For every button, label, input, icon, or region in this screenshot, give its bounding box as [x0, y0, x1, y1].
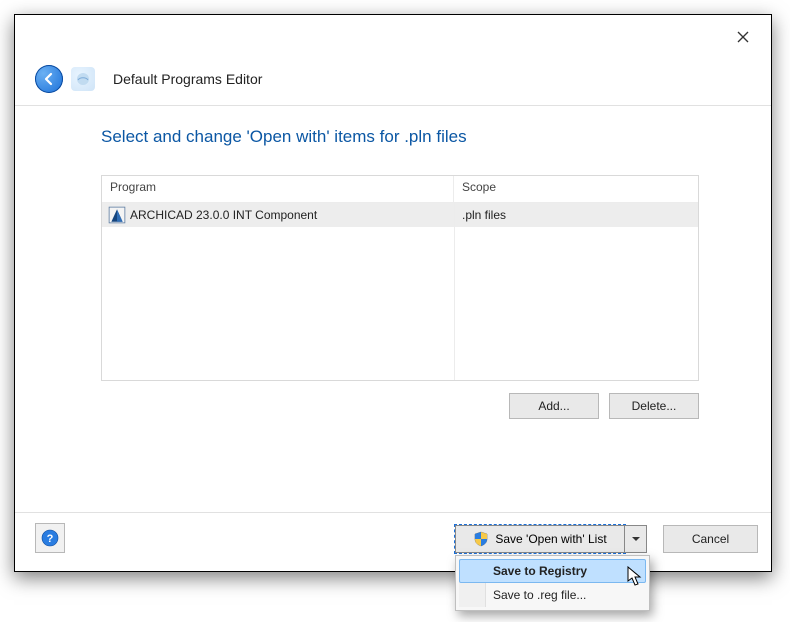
save-split-button[interactable]: Save 'Open with' List: [455, 525, 647, 553]
divider: [15, 512, 771, 513]
row-program: ARCHICAD 23.0.0 INT Component: [130, 208, 454, 222]
save-split-main[interactable]: Save 'Open with' List: [455, 525, 625, 553]
cancel-button[interactable]: Cancel: [663, 525, 758, 553]
svg-text:?: ?: [47, 533, 54, 545]
help-button[interactable]: ?: [35, 523, 65, 553]
add-button[interactable]: Add...: [509, 393, 599, 419]
list-header: Program Scope: [102, 176, 698, 203]
close-icon: [737, 31, 749, 43]
menu-item-save-reg-file[interactable]: Save to .reg file...: [459, 583, 646, 607]
header-bar: Default Programs Editor: [35, 63, 262, 95]
app-title: Default Programs Editor: [113, 71, 262, 87]
menu-item-save-registry[interactable]: Save to Registry: [459, 559, 646, 583]
chevron-down-icon: [631, 534, 641, 544]
app-icon: [71, 67, 95, 91]
save-split-dropdown[interactable]: [625, 525, 647, 553]
table-row[interactable]: ARCHICAD 23.0.0 INT Component .pln files: [102, 203, 698, 227]
row-scope: .pln files: [454, 208, 698, 222]
close-button[interactable]: [727, 25, 759, 49]
page-heading: Select and change 'Open with' items for …: [101, 127, 467, 147]
column-separator: [454, 202, 455, 380]
save-split-label: Save 'Open with' List: [495, 532, 606, 546]
save-dropdown-menu: Save to Registry Save to .reg file...: [455, 555, 650, 611]
help-icon: ?: [41, 529, 59, 547]
divider: [15, 105, 771, 106]
uac-shield-icon: [473, 531, 489, 547]
program-list: Program Scope ARCHICAD 23.0.0 INT Compon…: [101, 175, 699, 381]
archicad-icon: [108, 206, 126, 224]
delete-button[interactable]: Delete...: [609, 393, 699, 419]
column-header-scope[interactable]: Scope: [454, 176, 698, 202]
dialog-window: Default Programs Editor Select and chang…: [14, 14, 772, 572]
column-header-program[interactable]: Program: [102, 176, 454, 202]
back-button[interactable]: [35, 65, 63, 93]
back-arrow-icon: [41, 71, 57, 87]
mouse-cursor: [627, 566, 645, 591]
